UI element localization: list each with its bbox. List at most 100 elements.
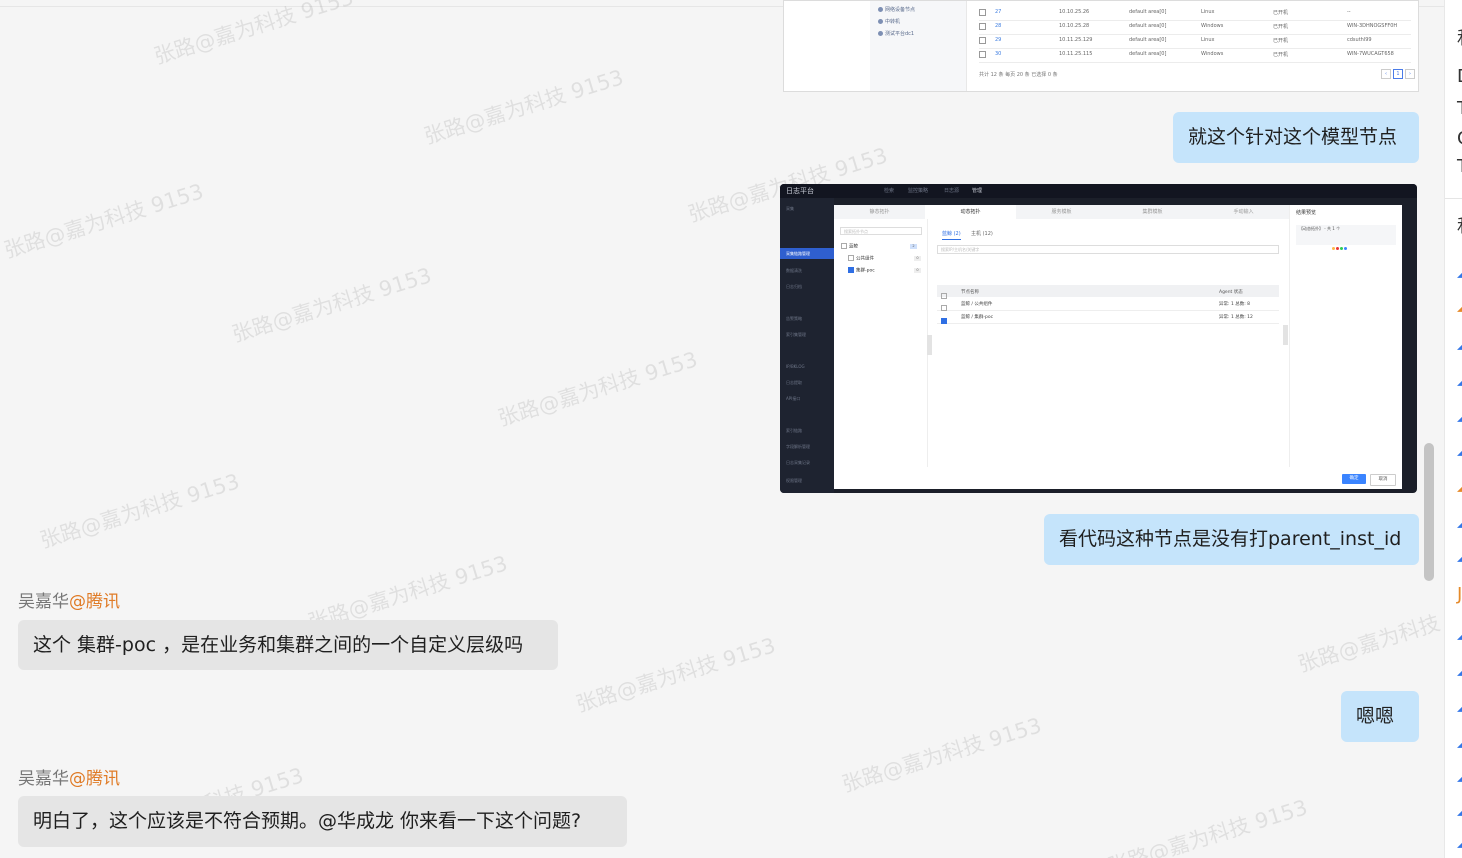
table-row: 28 10.10.25.28 default area[0] Windows 已… bbox=[979, 20, 1411, 35]
table-row: 30 10.11.25.115 default area[0] Windows … bbox=[979, 48, 1411, 63]
prev-page-icon: ‹ bbox=[1381, 69, 1391, 79]
message-text: 就这个针对这个模型节点 bbox=[1188, 126, 1398, 148]
ok-button: 确定 bbox=[1342, 474, 1366, 484]
panel-divider bbox=[1445, 198, 1462, 199]
table-row: 27 10.10.25.26 default area[0] Linux 已开机… bbox=[979, 6, 1411, 21]
arrow-icon: ◢ bbox=[1457, 512, 1462, 530]
watermark: 张路@嘉为科技 9153 bbox=[839, 713, 1045, 797]
screenshot-nav-item: 日志源 bbox=[944, 188, 960, 194]
sender-org: @腾讯 bbox=[69, 769, 120, 789]
sidebar-item: 告警策略 bbox=[786, 316, 802, 321]
table-header: 节点名称 Agent 状态 bbox=[937, 285, 1279, 299]
panel-text-fragment: 和 bbox=[1457, 212, 1462, 238]
table-row: 蓝鲸 / 集群-poc 异常: 1 总数: 12 bbox=[937, 310, 1279, 324]
screenshot-topbar: 日志平台 检索 监控策略 日志源 管理 bbox=[780, 184, 1417, 198]
panel-text-fragment: T bbox=[1457, 156, 1462, 177]
screenshot-tree: 网络设备节点 中转机 测试平台dc1 bbox=[870, 1, 967, 91]
panel-text-fragment: C bbox=[1457, 128, 1462, 149]
screenshot-left-pane bbox=[784, 1, 870, 91]
collapse-handle bbox=[927, 335, 932, 355]
arrow-icon: ◢ bbox=[1457, 800, 1462, 818]
sub-tab-active: 蓝鲸 (2) bbox=[942, 230, 961, 240]
screenshot-nav-item: 检索 bbox=[884, 188, 895, 194]
tree-node: 蓝鲸 bbox=[841, 243, 858, 250]
tree-search-input: 搜索拓扑节点 bbox=[840, 227, 922, 235]
arrow-icon: ◢ bbox=[1457, 546, 1462, 564]
modal-tab-active: 动态拓扑 bbox=[925, 205, 1017, 219]
modal-tab: 服务模板 bbox=[1016, 205, 1108, 219]
panel-text-fragment: T bbox=[1457, 98, 1462, 119]
sidebar-item: 索引链路 bbox=[786, 428, 802, 433]
tree-item: 测试平台dc1 bbox=[878, 30, 914, 37]
message-bubble-mine[interactable]: 就这个针对这个模型节点 bbox=[1173, 112, 1419, 163]
screenshot-sidebar: 采集 采集链路管理 数据清洗 日志归档 告警策略 索引集管理 IP/BKLOG … bbox=[780, 198, 834, 493]
image-attachment-host-list[interactable]: 网络设备节点 中转机 测试平台dc1 27 10.10.25.26 defaul… bbox=[783, 0, 1419, 92]
arrow-icon: ◢ bbox=[1457, 440, 1462, 458]
arrow-icon: ◢ bbox=[1457, 476, 1462, 494]
table-footer: 共计 12 条 每页 20 条 已选择 0 条 bbox=[979, 72, 1058, 78]
next-page-icon: › bbox=[1405, 69, 1415, 79]
sender-name: 吴嘉华@腾讯 bbox=[18, 587, 120, 612]
watermark: 张路@嘉为科技 9153 bbox=[151, 0, 357, 69]
message-bubble-theirs[interactable]: 这个 集群-poc ，是在业务和集群之间的一个自定义层级吗 bbox=[18, 620, 558, 670]
sidebar-item: 日志提取 bbox=[786, 380, 802, 385]
arrow-icon: ◢ bbox=[1457, 262, 1462, 280]
chat-area: 张路@嘉为科技 9153 张路@嘉为科技 9153 张路@嘉为科技 9153 张… bbox=[0, 0, 1444, 858]
collapse-handle bbox=[1283, 325, 1288, 345]
status-dots bbox=[1332, 235, 1348, 254]
sidebar-item: 权限管理 bbox=[786, 478, 802, 483]
tree-node: 集群-poc bbox=[848, 267, 875, 274]
chat-scrollbar[interactable] bbox=[1424, 443, 1434, 581]
screenshot-nav-item: 管理 bbox=[972, 188, 983, 194]
arrow-icon: ◢ bbox=[1457, 832, 1462, 850]
arrow-icon: ◢ bbox=[1457, 406, 1462, 424]
arrow-icon: ◢ bbox=[1457, 696, 1462, 714]
panel-text-fragment: J bbox=[1457, 584, 1462, 605]
tree-node: 公共组件 bbox=[848, 255, 874, 262]
sender-org: @腾讯 bbox=[69, 592, 120, 612]
sender-user: 吴嘉华 bbox=[18, 592, 69, 612]
watermark: 张路@嘉为科技 9153 bbox=[1, 179, 207, 263]
tree-node-count: 0 bbox=[914, 256, 921, 261]
watermark: 张路@嘉为科技 9153 bbox=[1105, 795, 1311, 858]
image-attachment-topology-selector[interactable]: 日志平台 检索 监控策略 日志源 管理 采集 采集链路管理 数据清洗 日志归档 … bbox=[780, 184, 1417, 493]
screenshot-modal: 静态拓扑 动态拓扑 服务模板 集群模板 手动输入 搜索拓扑节点 蓝鲸 2 公共组… bbox=[834, 205, 1402, 489]
tree-node-count: 0 bbox=[914, 268, 921, 273]
sidebar-item: 数据清洗 bbox=[786, 268, 802, 273]
table-row: 29 10.11.25.129 default area[0] Linux 已开… bbox=[979, 34, 1411, 49]
arrow-icon: ◢ bbox=[1457, 660, 1462, 678]
message-bubble-mine[interactable]: 嗯嗯 bbox=[1341, 691, 1419, 742]
arrow-icon: ◢ bbox=[1457, 732, 1462, 750]
sub-tab: 主机 (12) bbox=[971, 231, 993, 237]
modal-tab: 手动输入 bbox=[1198, 205, 1290, 219]
sidebar-item: IP/BKLOG bbox=[786, 364, 805, 369]
watermark: 张路@嘉为科技 9153 bbox=[495, 347, 701, 431]
tree-item: 网络设备节点 bbox=[878, 6, 915, 13]
modal-tab: 静态拓扑 bbox=[834, 205, 926, 219]
message-text: 看代码这种节点是没有打parent_inst_id bbox=[1059, 528, 1402, 550]
message-bubble-theirs[interactable]: 明白了，这个应该是不符合预期。@华成龙 你来看一下这个问题? bbox=[18, 796, 627, 847]
sidebar-item: 日志采集记录 bbox=[786, 460, 810, 465]
sender-name: 吴嘉华@腾讯 bbox=[18, 764, 120, 789]
message-text: 嗯嗯 bbox=[1356, 705, 1395, 727]
sidebar-item: API接口 bbox=[786, 396, 801, 401]
modal-tab: 集群模板 bbox=[1107, 205, 1199, 219]
sidebar-item: 采集 bbox=[786, 206, 794, 211]
panel-text-fragment: D bbox=[1457, 66, 1462, 87]
arrow-icon: ◢ bbox=[1457, 334, 1462, 352]
tree-node-count: 2 bbox=[910, 244, 917, 249]
table-row: 蓝鲸 / 公共组件 异常: 1 总数: 8 bbox=[937, 297, 1279, 311]
panel-text-fragment: 和 bbox=[1457, 24, 1462, 50]
watermark: 张路@嘉为科技 9153 bbox=[573, 633, 779, 717]
sidebar-item: 字段解析管理 bbox=[786, 444, 810, 449]
message-bubble-mine[interactable]: 看代码这种节点是没有打parent_inst_id bbox=[1044, 514, 1419, 565]
arrow-icon: ◢ bbox=[1457, 296, 1462, 314]
cancel-button: 取消 bbox=[1370, 474, 1396, 486]
arrow-icon: ◢ bbox=[1457, 624, 1462, 642]
watermark: 张路@嘉为科技 9153 bbox=[37, 469, 243, 553]
sub-search-input: 搜索IP/主机名/关键字 bbox=[937, 245, 1279, 254]
sidebar-item: 索引集管理 bbox=[786, 332, 806, 337]
arrow-icon: ◢ bbox=[1457, 766, 1462, 784]
watermark: 张路@嘉为科技 9153 bbox=[229, 263, 435, 347]
message-text: 明白了，这个应该是不符合预期。@华成龙 你来看一下这个问题? bbox=[33, 810, 582, 832]
